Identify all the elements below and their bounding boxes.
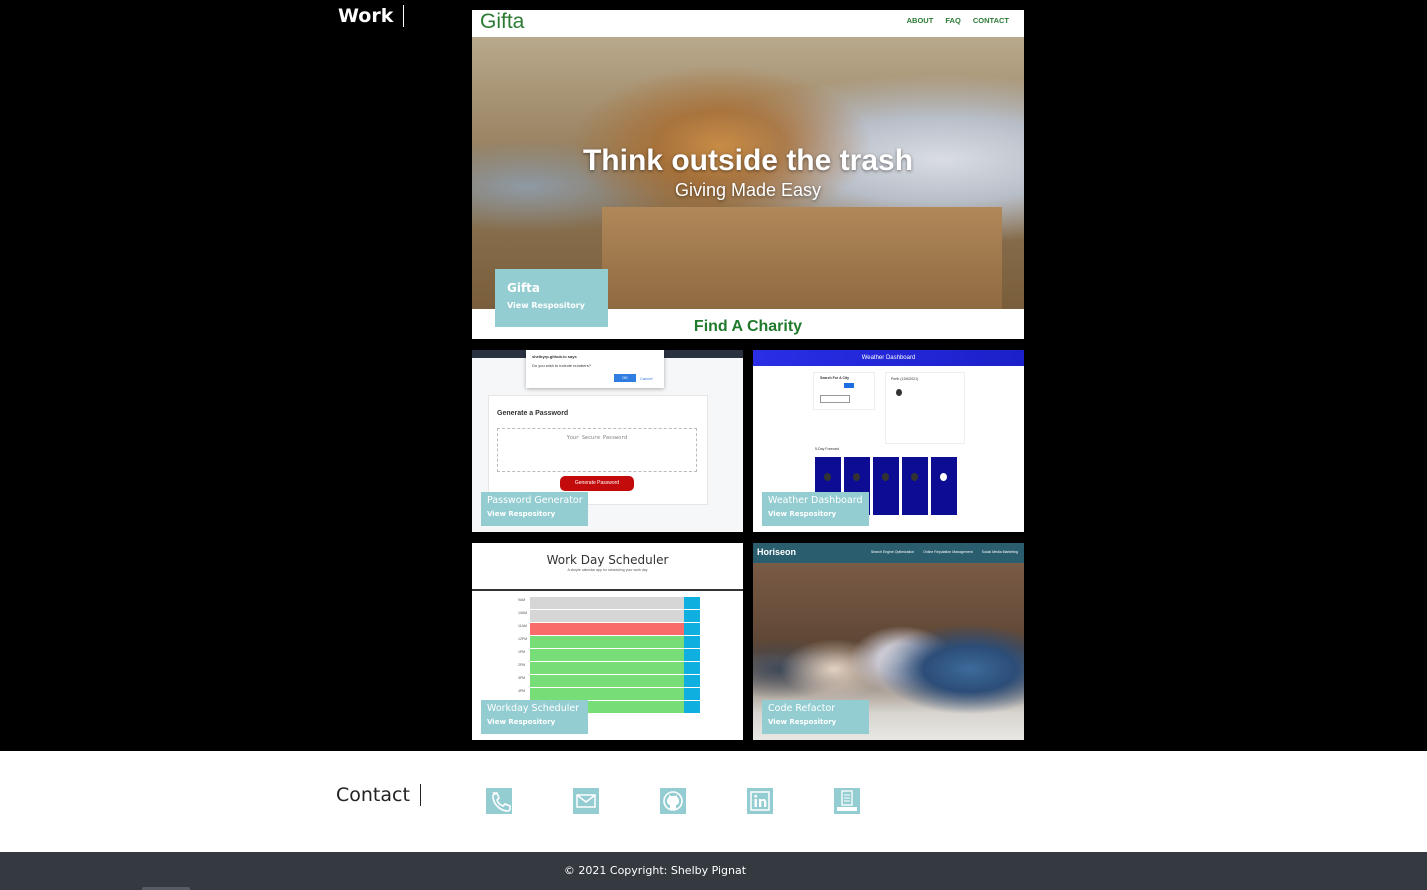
save-button [684,610,700,623]
gifta-hero-title: Think outside the trash [582,144,914,177]
weather-search-button [844,383,854,388]
forecast-day-card [902,457,928,515]
save-button [684,662,700,675]
password-panel-title: Generate a Password [497,410,569,417]
gifta-menu-about: ABOUT [906,16,934,25]
save-button [684,597,700,610]
view-repository-link[interactable]: View Respository [768,510,869,518]
resume-icon[interactable] [834,788,860,814]
horiseon-link: Social Media Marketing [981,550,1018,554]
view-repository-link[interactable]: View Respository [768,718,869,726]
hour-label: 2PM [518,663,526,667]
weather-icon [911,473,918,481]
footer: © 2021 Copyright: Shelby Pignat [0,852,1427,890]
save-button [684,688,700,701]
alert-cancel-button: Cancel [640,376,653,381]
github-icon[interactable] [660,788,686,814]
view-repository-link[interactable]: View Respository [487,718,588,726]
horiseon-nav: Horiseon Search Engine Optimization Onli… [753,543,1024,563]
view-repository-link[interactable]: View Respository [487,510,588,518]
phone-icon[interactable] [486,788,512,814]
gifta-logo: Gifta [480,10,525,33]
time-block-future [530,675,700,688]
cloud-icon [940,473,947,481]
project-card-code-refactor[interactable]: Horiseon Search Engine Optimization Onli… [753,543,1024,740]
weather-clear-button [820,395,850,403]
save-button [684,649,700,662]
weather-current-city: Perth (12/6/2021) [891,377,919,381]
forecast-day-card [931,457,957,515]
alert-text: Do you wish to include numbers? [532,363,591,368]
horiseon-link: Online Reputation Management [923,550,973,554]
hour-label: 1PM [518,650,526,654]
gifta-hero-subtitle: Giving Made Easy [674,180,822,200]
project-card-gifta[interactable]: Gifta ABOUT FAQ CONTACT Think outside th… [472,10,1024,339]
work-section: Work Gifta ABOUT FAQ CONTACT Think outsi… [0,0,1427,751]
hour-label: 10AM [518,611,528,615]
project-caption-password-generator: Password Generator View Respository [481,492,588,526]
project-caption-workday-scheduler: Workday Scheduler View Respository [481,700,588,734]
weather-icon [896,389,902,396]
time-block-future [530,649,700,662]
email-icon[interactable] [573,788,599,814]
scheduler-subtitle: A simple calendar app for scheduling you… [567,568,648,572]
forecast-label: 5-Day Forecast [815,447,839,451]
project-name: Weather Dashboard [768,495,863,506]
time-block-past [530,597,700,610]
project-name: Workday Scheduler [487,703,580,714]
horiseon-link: Search Engine Optimization [870,550,915,554]
horiseon-logo: Horiseon [757,547,797,557]
project-name: Password Generator [487,495,583,506]
time-block-present [530,623,700,636]
time-block-future [530,636,700,649]
save-button [684,623,700,636]
view-repository-link[interactable]: View Respository [507,301,608,310]
hour-label: 4PM [518,689,526,693]
gifta-menu: ABOUT FAQ CONTACT [897,16,1009,25]
time-block-future [530,662,700,675]
project-card-weather-dashboard[interactable]: Weather Dashboard Search For A City Pert… [753,350,1024,532]
generate-password-button: Generate Password [560,476,634,491]
copyright-text: © 2021 Copyright: Shelby Pignat [563,864,747,877]
password-textbox: Your Secure Password [497,428,697,472]
forecast-day-card [873,457,899,515]
save-button [684,675,700,688]
horiseon-links: Search Engine Optimization Online Reputa… [863,550,1018,554]
gifta-preview-nav: Gifta ABOUT FAQ CONTACT [472,10,1024,37]
hour-label: 11AM [518,624,527,628]
alert-ok-button: OK [614,374,636,382]
project-name: Code Refactor [768,703,836,714]
gifta-menu-faq: FAQ [945,16,961,25]
scheduler-divider [472,589,743,591]
hour-label: 9AM [518,598,526,602]
project-caption-gifta: Gifta View Respository [495,269,608,327]
scheduler-title: Work Day Scheduler [546,553,669,567]
work-heading: Work [338,5,405,27]
weather-search-panel: Search For A City [813,372,875,410]
alert-title: shelbyrp.github.io says [532,354,577,359]
gifta-menu-contact: CONTACT [972,16,1009,25]
project-card-workday-scheduler[interactable]: Work Day Scheduler A simple calendar app… [472,543,743,740]
project-caption-weather-dashboard: Weather Dashboard View Respository [762,492,869,526]
browser-alert-dialog: shelbyrp.github.io says Do you wish to i… [526,350,664,388]
weather-icon [824,473,831,481]
linkedin-icon[interactable] [747,788,773,814]
weather-icon [853,473,860,481]
time-block-past [530,610,700,623]
password-panel: Generate a Password Your Secure Password… [488,395,708,505]
project-caption-code-refactor: Code Refactor View Respository [762,700,869,734]
project-card-password-generator[interactable]: shelbyrp.github.io says Do you wish to i… [472,350,743,532]
save-button [684,701,700,714]
donation-box-shape [602,207,1002,309]
hour-label: 3PM [518,676,526,680]
weather-header: Weather Dashboard [753,350,1024,366]
contact-section: Contact [0,751,1427,852]
save-button [684,636,700,649]
weather-search-label: Search For A City [820,376,850,380]
project-name: Gifta [507,281,541,295]
contact-heading: Contact [336,784,421,806]
weather-current-panel: Perth (12/6/2021) [885,372,965,444]
weather-icon [882,473,889,481]
hour-label: 12PM [518,637,528,641]
